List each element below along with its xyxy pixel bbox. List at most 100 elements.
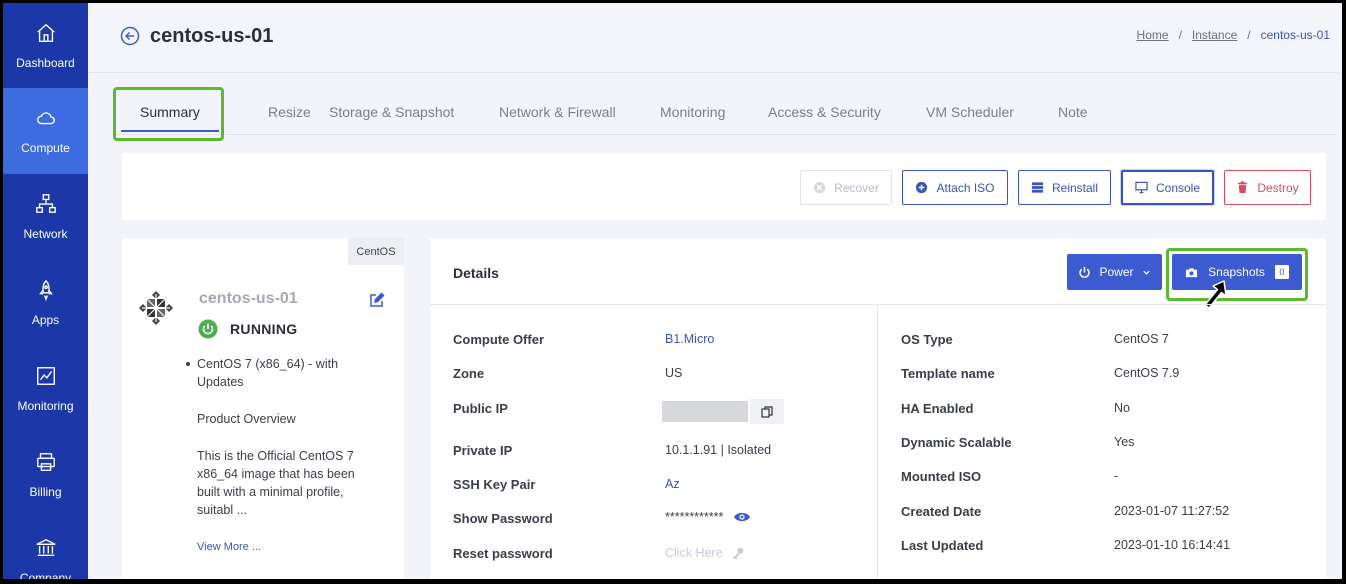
created-date-value: 2023-01-07 11:27:52 [1114, 504, 1230, 518]
breadcrumb-separator: / [1178, 28, 1182, 42]
private-ip-label: Private IP [453, 443, 513, 458]
overview-text: This is the Official CentOS 7 x86_64 ima… [197, 449, 355, 517]
mouse-pointer-icon [1204, 280, 1227, 309]
power-icon [1079, 266, 1091, 278]
action-bar: Recover Attach ISO Reinstall Console Des… [122, 153, 1326, 220]
eye-icon[interactable] [733, 510, 751, 524]
os-type-value: CentOS 7 [1114, 332, 1169, 346]
last-updated-value: 2023-01-10 16:14:41 [1114, 538, 1231, 552]
recover-label: Recover [834, 180, 879, 195]
breadcrumb-separator: / [1247, 28, 1251, 42]
sidebar-item-compute[interactable]: Compute [3, 88, 88, 174]
mounted-iso-value: - [1114, 469, 1119, 483]
destroy-label: Destroy [1257, 180, 1299, 195]
highlight-box-summary [113, 87, 224, 141]
tab-monitoring[interactable]: Monitoring [660, 89, 725, 134]
os-description: CentOS 7 (x86_64) - with Updates [186, 355, 377, 391]
power-dropdown-button[interactable]: Power [1067, 254, 1162, 290]
sidebar-item-apps[interactable]: Apps [3, 260, 88, 346]
sidebar-item-label: Billing [29, 485, 62, 499]
breadcrumb-current: centos-us-01 [1260, 28, 1330, 42]
ha-enabled-label: HA Enabled [901, 401, 974, 416]
sidebar-item-label: Network [23, 227, 68, 241]
dynamic-scalable-value: Yes [1114, 435, 1135, 449]
sidebar-item-billing[interactable]: Billing [3, 432, 88, 518]
sidebar-item-monitoring[interactable]: Monitoring [3, 346, 88, 432]
reinstall-button[interactable]: Reinstall [1018, 170, 1111, 205]
reinstall-label: Reinstall [1051, 180, 1099, 195]
public-ip-label: Public IP [453, 401, 508, 416]
cloud-icon [36, 112, 55, 125]
template-name-label: Template name [901, 366, 995, 381]
column-divider [877, 305, 878, 579]
dynamic-scalable-label: Dynamic Scalable [901, 435, 1012, 450]
network-icon [35, 194, 56, 213]
instance-summary-card: CentOS centos-us-01 RUNNING CentOS 7 (x8… [122, 238, 404, 579]
breadcrumb-instance[interactable]: Instance [1192, 28, 1237, 42]
sidebar-item-company[interactable]: Company [3, 518, 88, 579]
destroy-button[interactable]: Destroy [1224, 170, 1311, 205]
chevron-down-icon [1142, 270, 1150, 275]
os-type-label: OS Type [901, 332, 953, 347]
sidebar-item-dashboard[interactable]: Dashboard [3, 3, 88, 89]
page-header: centos-us-01 Home / Instance / centos-us… [88, 3, 1342, 73]
key-icon [732, 547, 743, 560]
created-date-label: Created Date [901, 504, 982, 519]
compute-offer-link[interactable]: B1.Micro [665, 332, 714, 346]
sidebar-item-network[interactable]: Network [3, 174, 88, 260]
breadcrumb-home[interactable]: Home [1137, 28, 1169, 42]
os-badge: CentOS [348, 238, 404, 265]
breadcrumb: Home / Instance / centos-us-01 [1137, 28, 1330, 42]
view-more-link[interactable]: View More ... [197, 541, 261, 553]
reset-password-label: Reset password [453, 546, 553, 561]
tab-access-security[interactable]: Access & Security [768, 89, 881, 134]
copy-icon [761, 405, 773, 418]
reset-password-link[interactable]: Click Here [665, 546, 744, 560]
home-icon [36, 23, 55, 42]
zone-value: US [665, 366, 683, 380]
private-ip-value: 10.1.1.91 | Isolated [665, 443, 772, 457]
attach-iso-button[interactable]: Attach ISO [902, 170, 1008, 205]
back-arrow-icon[interactable] [120, 26, 140, 46]
attach-iso-label: Attach ISO [936, 180, 995, 195]
zone-label: Zone [453, 366, 485, 381]
reset-password-text: Click Here [665, 546, 723, 560]
details-divider [430, 304, 1326, 305]
details-title: Details [453, 265, 499, 281]
tab-vm-scheduler[interactable]: VM Scheduler [926, 89, 1014, 134]
edit-icon[interactable] [369, 292, 385, 308]
ha-enabled-value: No [1114, 401, 1130, 415]
chart-icon [36, 367, 55, 385]
console-button[interactable]: Console [1121, 170, 1214, 205]
rocket-icon [38, 279, 53, 301]
template-name-value: CentOS 7.9 [1114, 366, 1180, 380]
password-masked-value: ************ [665, 510, 724, 524]
ssh-key-pair-link[interactable]: Az [665, 477, 680, 491]
instance-description: CentOS 7 (x86_64) - with Updates Product… [186, 355, 377, 519]
status-badge: RUNNING [230, 321, 298, 337]
mounted-iso-label: Mounted ISO [901, 469, 982, 484]
sidebar-item-label: Apps [31, 313, 60, 327]
show-password-label: Show Password [453, 511, 553, 526]
monitor-icon [1135, 181, 1148, 194]
server-icon [1031, 182, 1044, 193]
tab-resize[interactable]: Resize [268, 89, 311, 134]
copy-ip-button[interactable] [750, 399, 784, 424]
overview-heading: Product Overview [197, 412, 296, 426]
sidebar: Dashboard Compute Network Apps Monitorin… [3, 3, 88, 579]
sidebar-item-label: Compute [21, 141, 70, 155]
tab-storage-snapshot[interactable]: Storage & Snapshot [329, 89, 454, 134]
bank-icon [36, 538, 55, 557]
tab-note[interactable]: Note [1058, 89, 1088, 134]
sidebar-item-label: Dashboard [16, 56, 75, 70]
sidebar-item-label: Monitoring [17, 399, 74, 413]
printer-icon [36, 453, 55, 471]
cancel-circle-icon [814, 181, 826, 194]
highlight-box-snapshots [1166, 248, 1308, 301]
trash-icon [1238, 181, 1248, 194]
page-title: centos-us-01 [150, 25, 274, 47]
last-updated-label: Last Updated [901, 538, 984, 553]
recover-button[interactable]: Recover [800, 170, 892, 205]
tab-bar: Summary Resize Storage & Snapshot Networ… [113, 89, 1337, 135]
tab-network-firewall[interactable]: Network & Firewall [499, 89, 616, 134]
